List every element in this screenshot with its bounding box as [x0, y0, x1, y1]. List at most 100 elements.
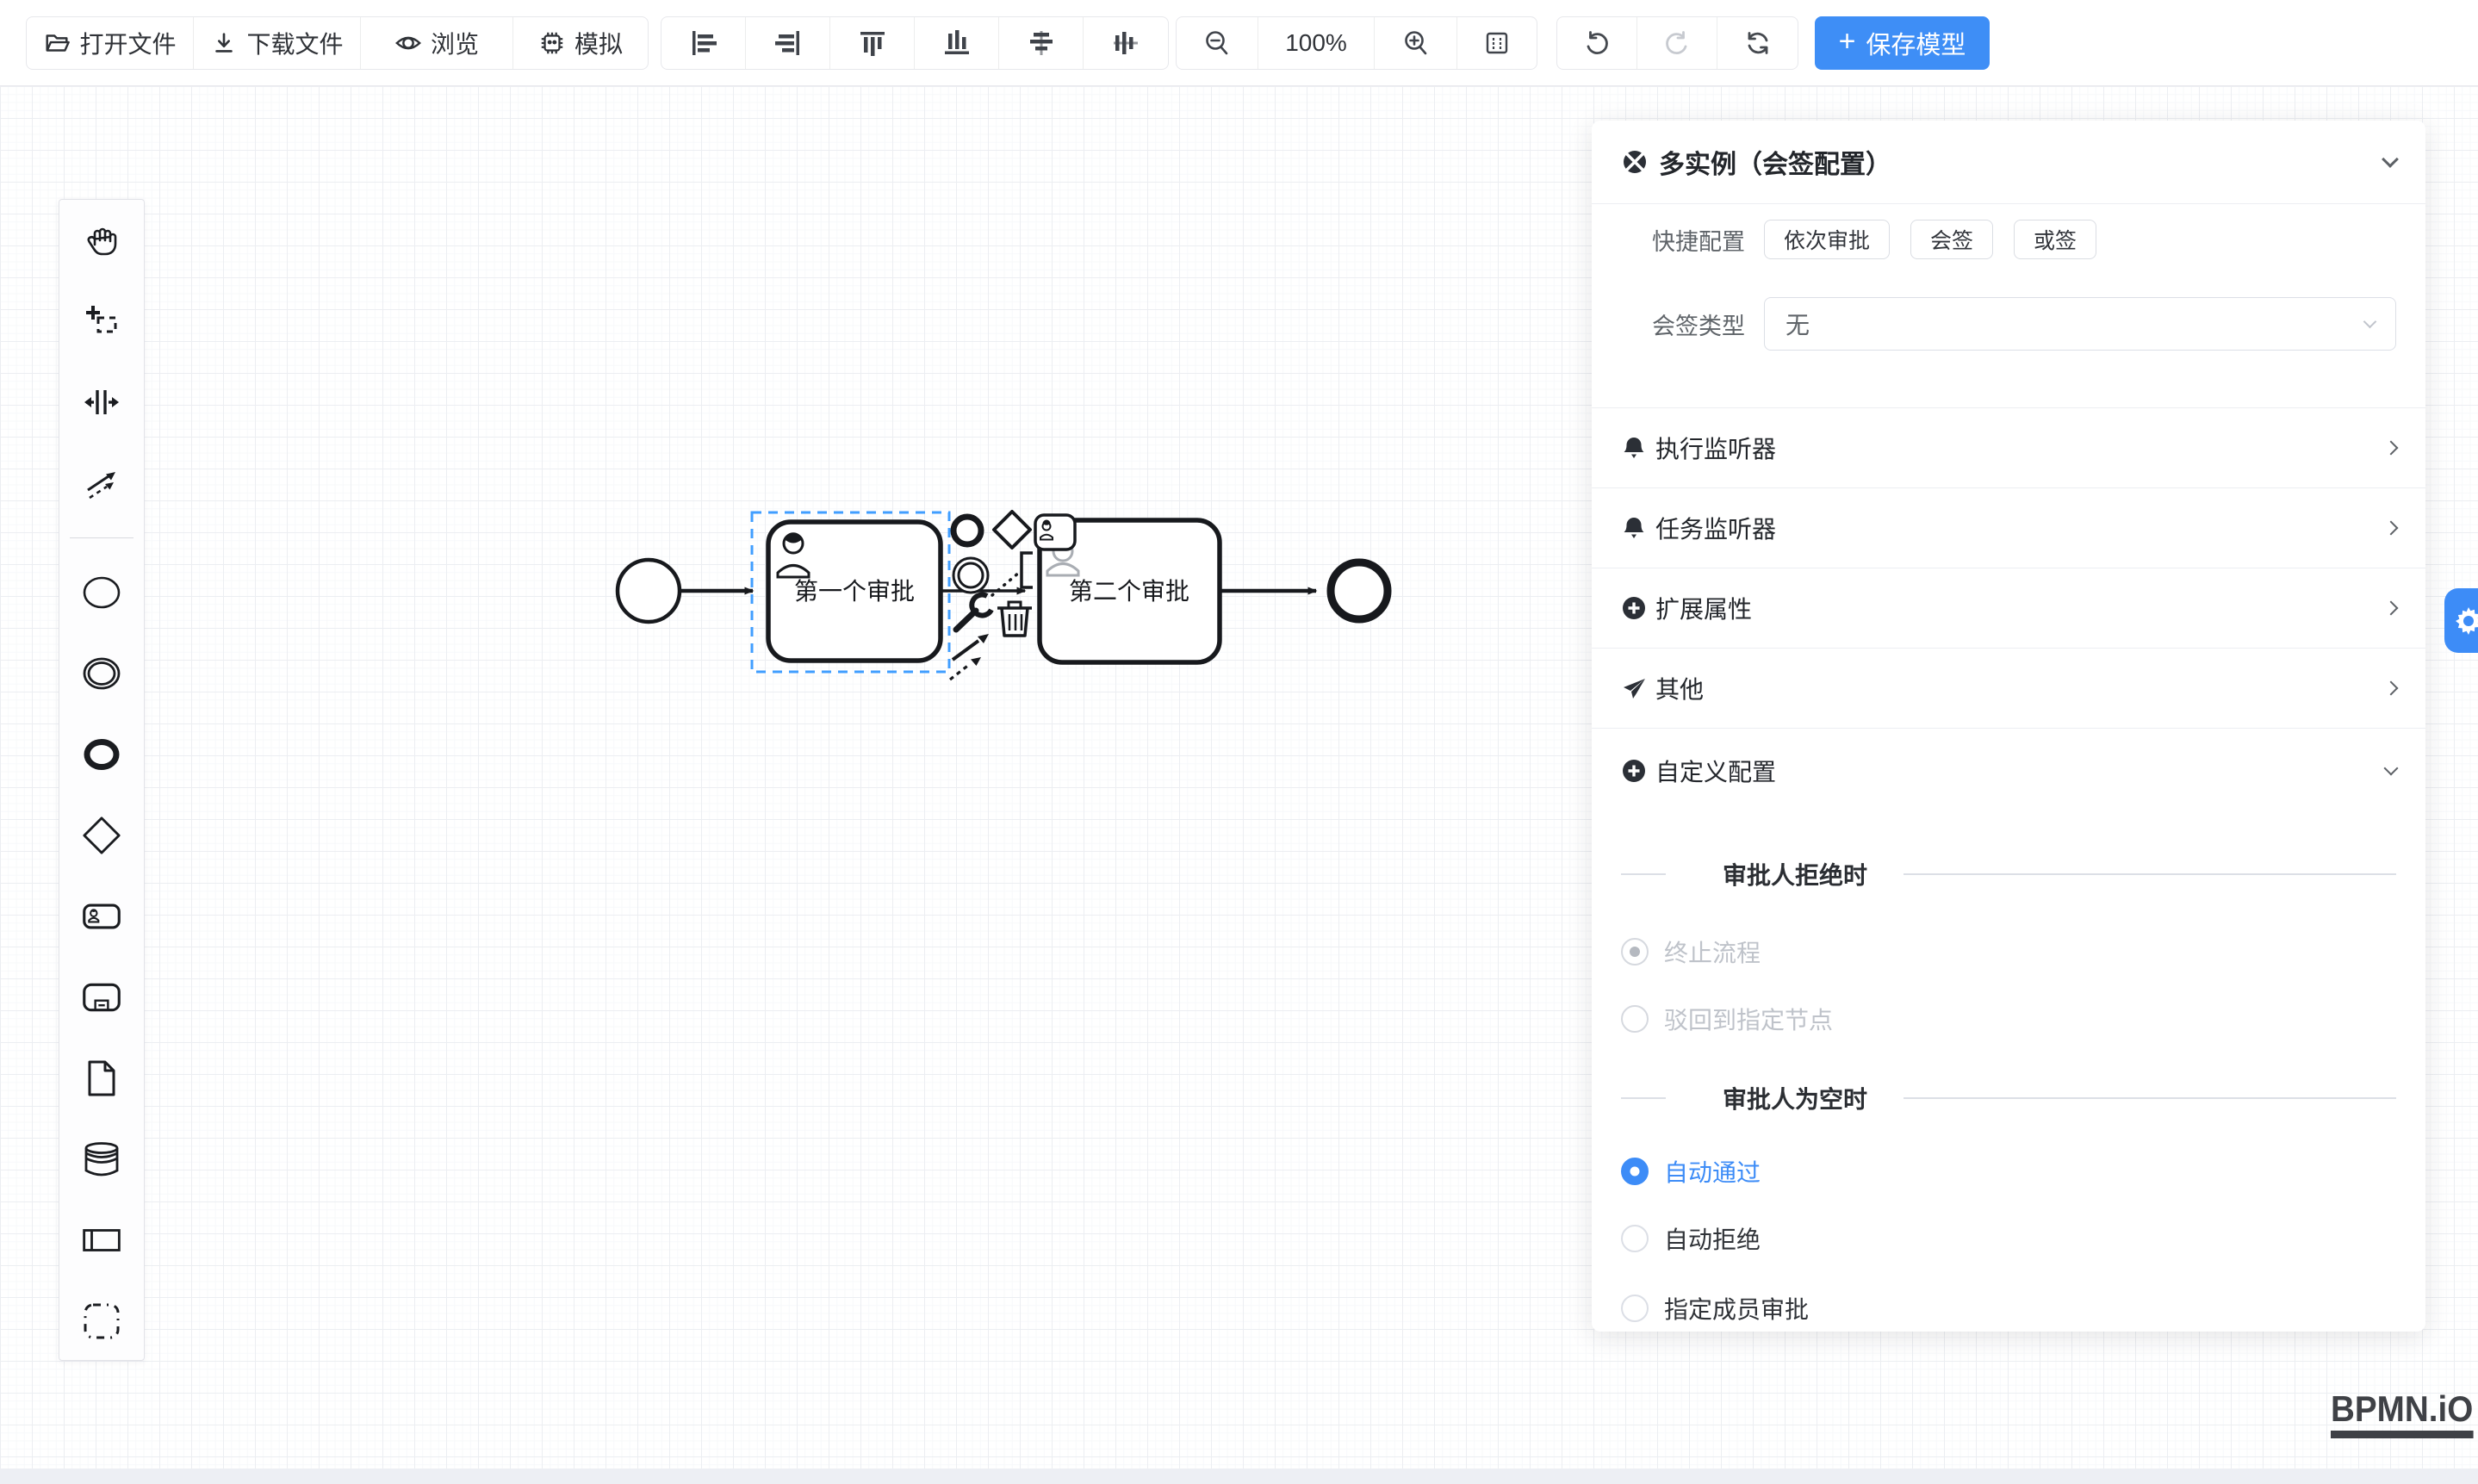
divider-line — [1904, 1097, 2396, 1099]
append-end-event-icon[interactable] — [953, 517, 981, 544]
zoom-in-icon — [1401, 28, 1431, 58]
align-bottom-button[interactable] — [915, 17, 999, 69]
chevron-right-icon — [2384, 601, 2399, 616]
send-icon — [1621, 675, 1647, 701]
align-toolbar-group — [661, 16, 1169, 70]
download-icon — [210, 29, 238, 57]
section-extension-properties[interactable]: 扩展属性 — [1592, 568, 2425, 649]
preview-button[interactable]: 浏览 — [361, 17, 513, 69]
end-event[interactable] — [1331, 562, 1388, 619]
refresh-icon — [1743, 28, 1773, 58]
preview-eye-icon — [394, 29, 422, 57]
redo-button[interactable] — [1637, 17, 1717, 69]
bpmn-designer-screen: 打开文件 下载文件 浏览 模拟 — [0, 0, 2478, 1484]
align-left-button[interactable] — [661, 17, 746, 69]
radio-auto-pass[interactable]: 自动通过 — [1592, 1157, 2425, 1186]
simulate-chip-icon — [538, 29, 566, 57]
open-file-button[interactable]: 打开文件 — [27, 17, 194, 69]
fit-viewport-icon — [1482, 28, 1512, 58]
append-text-annotation-icon[interactable] — [1022, 553, 1033, 587]
radio-terminate-process[interactable]: 终止流程 — [1592, 937, 2425, 966]
append-gateway-icon[interactable] — [994, 512, 1030, 548]
horizontal-scrollbar[interactable] — [0, 1468, 2478, 1484]
folder-open-icon — [43, 29, 71, 57]
sequential-approve-button[interactable]: 依次审批 — [1764, 220, 1890, 259]
sign-type-label: 会签类型 — [1621, 307, 1764, 341]
undo-button[interactable] — [1557, 17, 1637, 69]
orsign-button[interactable]: 或签 — [2014, 220, 2096, 259]
reject-section-title: 审批人拒绝时 — [1723, 857, 1867, 891]
divider-segment — [1621, 1097, 1666, 1099]
chevron-down-icon[interactable] — [2382, 151, 2399, 168]
plus-icon: + — [1839, 27, 1856, 56]
align-right-icon — [773, 28, 804, 59]
radio-icon — [1621, 1005, 1649, 1033]
zoom-in-button[interactable] — [1375, 17, 1457, 69]
divider-segment — [1621, 873, 1666, 875]
task-label: 第二个审批 — [1069, 578, 1189, 605]
align-top-button[interactable] — [830, 17, 915, 69]
radio-return-to-node[interactable]: 驳回到指定节点 — [1592, 1004, 2425, 1034]
append-intermediate-event-icon[interactable] — [953, 558, 988, 593]
download-file-label: 下载文件 — [246, 26, 343, 60]
sign-type-value: 无 — [1786, 307, 1810, 341]
bpmn-io-watermark[interactable]: BPMN.iO — [2331, 1388, 2473, 1438]
section-execution-listeners[interactable]: 执行监听器 — [1592, 408, 2425, 488]
properties-panel: 多实例（会签配置） 快捷配置 依次审批 会签 或签 会签类型 无 执行监听器 — [1592, 121, 2425, 1332]
align-center-horizontal-button[interactable] — [999, 17, 1084, 69]
align-right-button[interactable] — [746, 17, 830, 69]
align-center-horizontal-icon — [1026, 28, 1057, 59]
chevron-down-icon — [2384, 761, 2399, 775]
align-top-icon — [857, 28, 888, 59]
align-center-vertical-icon — [1110, 28, 1141, 59]
save-model-label: 保存模型 — [1866, 25, 1966, 61]
chevron-right-icon — [2384, 681, 2399, 696]
reject-divider-title: 审批人拒绝时 — [1621, 861, 2396, 887]
panel-title: 多实例（会签配置） — [1659, 143, 2384, 181]
start-event[interactable] — [618, 560, 680, 622]
fit-viewport-button[interactable] — [1457, 17, 1537, 69]
task-label: 第一个审批 — [794, 578, 915, 605]
open-file-label: 打开文件 — [79, 26, 176, 60]
align-center-vertical-button[interactable] — [1084, 17, 1168, 69]
chevron-down-icon — [2363, 314, 2377, 328]
download-file-button[interactable]: 下载文件 — [194, 17, 361, 69]
sign-type-row: 会签类型 无 — [1592, 297, 2425, 351]
empty-section-title: 审批人为空时 — [1723, 1081, 1867, 1115]
connect-icon[interactable] — [950, 634, 989, 680]
trash-icon[interactable] — [997, 602, 1032, 636]
wrench-icon[interactable] — [956, 595, 991, 630]
radio-icon — [1621, 1158, 1649, 1185]
section-task-listeners[interactable]: 任务监听器 — [1592, 488, 2425, 568]
preview-label: 浏览 — [431, 26, 479, 60]
undo-icon — [1582, 28, 1612, 58]
zoom-out-button[interactable] — [1177, 17, 1258, 69]
panel-header[interactable]: 多实例（会签配置） — [1592, 121, 2425, 204]
settings-tab[interactable] — [2444, 588, 2478, 653]
radio-auto-reject[interactable]: 自动拒绝 — [1592, 1224, 2425, 1253]
section-custom-config[interactable]: 自定义配置 — [1592, 729, 2425, 812]
radio-assign-member-approve[interactable]: 指定成员审批 — [1592, 1294, 2425, 1323]
refresh-button[interactable] — [1717, 17, 1798, 69]
redo-icon — [1662, 28, 1692, 58]
empty-divider-title: 审批人为空时 — [1621, 1085, 2396, 1111]
section-others[interactable]: 其他 — [1592, 649, 2425, 729]
align-bottom-icon — [941, 28, 972, 59]
multi-instance-icon — [1621, 148, 1649, 176]
simulate-button[interactable]: 模拟 — [513, 17, 648, 69]
plus-circle-icon — [1621, 595, 1647, 621]
zoom-toolbar-group: 100% — [1176, 16, 1537, 70]
user-task-1[interactable]: 第一个审批 — [768, 522, 941, 661]
history-toolbar-group — [1556, 16, 1798, 70]
sign-type-select[interactable]: 无 — [1764, 297, 2396, 351]
bell-icon — [1621, 435, 1647, 461]
radio-icon — [1621, 1295, 1649, 1322]
append-user-task-icon[interactable] — [1035, 515, 1075, 550]
quick-config-label: 快捷配置 — [1621, 223, 1764, 257]
zoom-level-value: 100% — [1285, 29, 1347, 57]
divider-line — [1904, 873, 2396, 875]
countersign-button[interactable]: 会签 — [1910, 220, 1993, 259]
radio-icon — [1621, 1225, 1649, 1252]
save-model-button[interactable]: + 保存模型 — [1815, 16, 1990, 70]
zoom-out-icon — [1202, 28, 1232, 58]
